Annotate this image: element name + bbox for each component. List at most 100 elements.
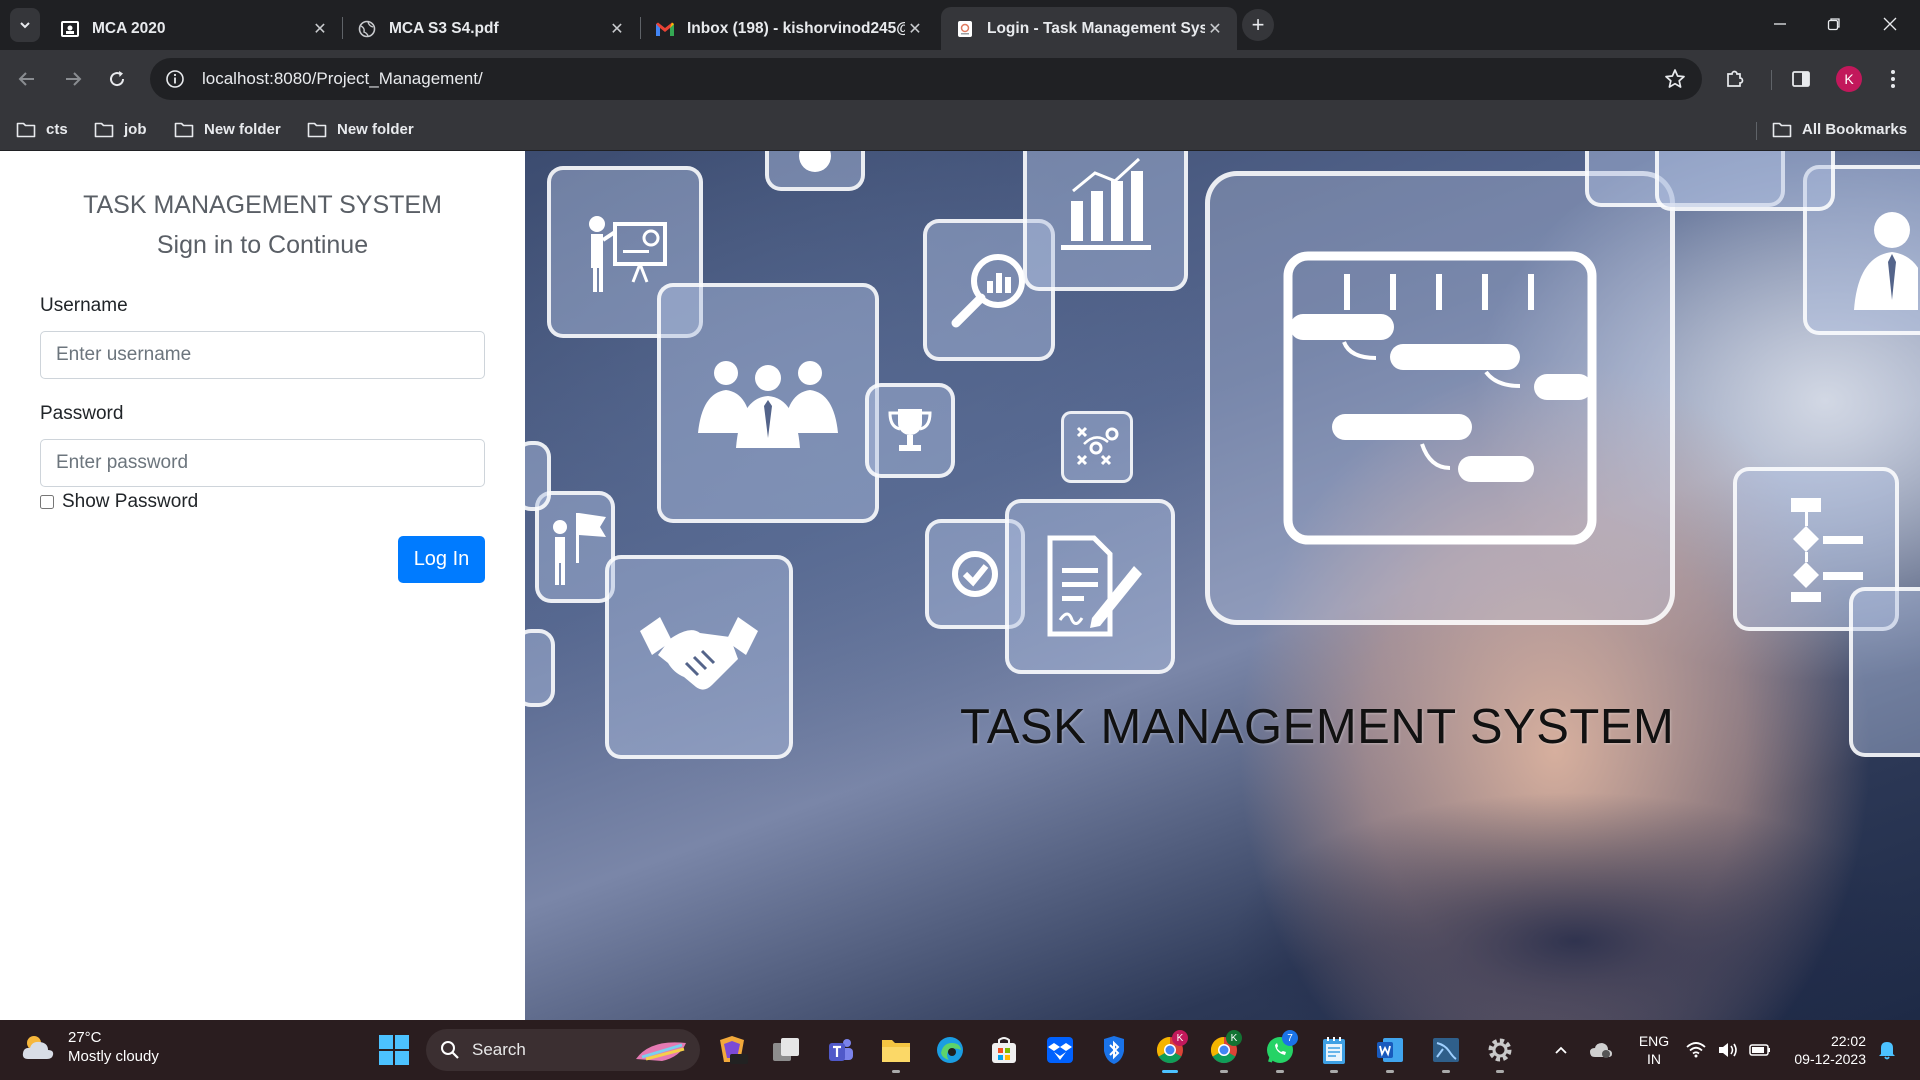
puzzle-icon: [1727, 70, 1744, 87]
taskbar-app-word[interactable]: [1370, 1030, 1410, 1073]
app-prerelease-icon: [720, 1036, 748, 1064]
taskbar-app-whatsapp[interactable]: 7: [1260, 1030, 1300, 1073]
taskbar-app-mysql-workbench[interactable]: [1426, 1030, 1466, 1073]
team-icon: [657, 283, 879, 523]
bookmark-folder-new-folder-2[interactable]: New folder: [307, 114, 414, 144]
bookmark-folder-job[interactable]: job: [94, 114, 147, 144]
close-icon[interactable]: ✕: [905, 19, 925, 39]
taskbar-app-notepad[interactable]: [1314, 1030, 1354, 1073]
start-button[interactable]: [378, 1034, 410, 1066]
back-button[interactable]: [10, 62, 44, 96]
wifi-button[interactable]: [1682, 1020, 1710, 1080]
forward-button[interactable]: [56, 62, 90, 96]
tab-search-button[interactable]: [10, 8, 40, 42]
taskbar-app-prerelease[interactable]: [712, 1030, 752, 1070]
cloud-sync-icon: [1590, 1043, 1612, 1058]
tab-title: Login - Task Management Syst: [987, 19, 1205, 37]
close-icon[interactable]: ✕: [607, 19, 627, 39]
minimize-button[interactable]: [1752, 0, 1808, 48]
new-tab-button[interactable]: +: [1242, 9, 1274, 41]
teams-icon: [829, 1039, 853, 1061]
tab-title: MCA 2020: [92, 19, 166, 37]
bookmark-label: New folder: [337, 120, 414, 138]
search-highlight-icon: [636, 1042, 686, 1061]
active-indicator: [1162, 1070, 1178, 1073]
running-indicator: [1276, 1070, 1284, 1073]
clock-time: 22:02: [1830, 1033, 1866, 1049]
show-password-toggle[interactable]: Show Password: [40, 491, 198, 513]
menu-button[interactable]: [1876, 62, 1910, 96]
reload-button[interactable]: [100, 62, 134, 96]
partial-tile-icon: [525, 441, 551, 511]
close-icon[interactable]: ✕: [1205, 19, 1225, 39]
page-icon: [955, 19, 975, 39]
close-icon[interactable]: ✕: [310, 19, 330, 39]
all-bookmarks-button[interactable]: All Bookmarks: [1772, 114, 1907, 144]
tab-mca-pdf[interactable]: MCA S3 S4.pdf ✕: [343, 7, 639, 50]
taskbar-app-settings[interactable]: [1480, 1030, 1520, 1073]
username-input[interactable]: [40, 331, 485, 379]
language-indicator[interactable]: ENG IN: [1636, 1032, 1672, 1068]
show-hidden-icons-button[interactable]: [1548, 1020, 1574, 1080]
arrow-right-icon: [66, 72, 82, 86]
side-panel-button[interactable]: [1784, 62, 1818, 96]
clock-date: 09-12-2023: [1794, 1051, 1866, 1067]
password-input[interactable]: [40, 439, 485, 487]
profile-avatar[interactable]: K: [1836, 66, 1862, 92]
taskbar-app-chrome-2[interactable]: K: [1204, 1030, 1244, 1073]
weather-description: Mostly cloudy: [68, 1048, 159, 1065]
bookmark-label: job: [124, 120, 147, 138]
taskbar-app-chrome[interactable]: K: [1150, 1030, 1190, 1073]
chevron-up-icon: [1555, 1046, 1567, 1054]
tab-title: Inbox (198) - kishorvinod245@: [687, 19, 905, 37]
handshake-icon: [605, 555, 793, 759]
bookmark-folder-cts[interactable]: cts: [16, 114, 68, 144]
taskbar-app-store[interactable]: [984, 1030, 1024, 1070]
password-label: Password: [40, 403, 124, 424]
taskbar-app-dropbox[interactable]: [1040, 1030, 1080, 1070]
bookmark-folder-new-folder[interactable]: New folder: [174, 114, 281, 144]
gmail-icon: [655, 19, 675, 39]
site-info-icon[interactable]: [154, 58, 196, 100]
address-bar[interactable]: localhost:8080/Project_Management/: [150, 58, 1702, 100]
login-button[interactable]: Log In: [398, 536, 485, 583]
profile-badge: K: [1172, 1030, 1188, 1046]
chevron-down-icon: [20, 22, 30, 29]
windows-logo-icon: [379, 1035, 409, 1065]
running-indicator: [1386, 1070, 1394, 1073]
running-indicator: [1442, 1070, 1450, 1073]
taskbar-app-file-explorer[interactable]: [876, 1030, 916, 1073]
workbench-icon: [1433, 1038, 1459, 1062]
word-icon: [1377, 1038, 1403, 1062]
taskbar-app-teams[interactable]: [820, 1030, 860, 1070]
contract-sign-icon: [1005, 499, 1175, 674]
battery-button[interactable]: [1746, 1020, 1774, 1080]
onedrive-button[interactable]: [1586, 1020, 1616, 1080]
profile-badge: K: [1226, 1030, 1242, 1046]
reload-icon: [110, 71, 125, 87]
taskbar-app-edge[interactable]: [930, 1030, 970, 1070]
taskbar-app-task-view[interactable]: [766, 1030, 806, 1070]
running-indicator: [1496, 1070, 1504, 1073]
bookmark-label: New folder: [204, 120, 281, 138]
volume-button[interactable]: [1714, 1020, 1742, 1080]
tab-mca-2020[interactable]: MCA 2020 ✕: [46, 7, 342, 50]
restore-button[interactable]: [1806, 0, 1862, 48]
taskbar-search[interactable]: Search: [426, 1029, 700, 1071]
bookmark-star-icon[interactable]: [1654, 58, 1696, 100]
notifications-button[interactable]: [1872, 1020, 1902, 1080]
side-panel-icon: [1792, 71, 1810, 87]
extensions-button[interactable]: [1718, 62, 1752, 96]
weather-widget[interactable]: 27°C Mostly cloudy: [20, 1028, 159, 1066]
task-view-icon: [773, 1038, 799, 1061]
close-window-button[interactable]: [1862, 0, 1918, 48]
bookmarks-bar: cts job New folder New folder All Bookma…: [0, 108, 1920, 151]
url-text[interactable]: localhost:8080/Project_Management/: [202, 69, 1654, 89]
taskbar-app-bluetooth[interactable]: [1094, 1030, 1134, 1070]
tab-login-task-management[interactable]: Login - Task Management Syst ✕: [941, 7, 1237, 50]
show-password-checkbox[interactable]: [40, 495, 54, 509]
tab-gmail-inbox[interactable]: Inbox (198) - kishorvinod245@ ✕: [641, 7, 937, 50]
system-clock[interactable]: 22:02 09-12-2023: [1782, 1032, 1866, 1068]
tab-title: MCA S3 S4.pdf: [389, 19, 499, 37]
folder-icon: [882, 1040, 910, 1062]
